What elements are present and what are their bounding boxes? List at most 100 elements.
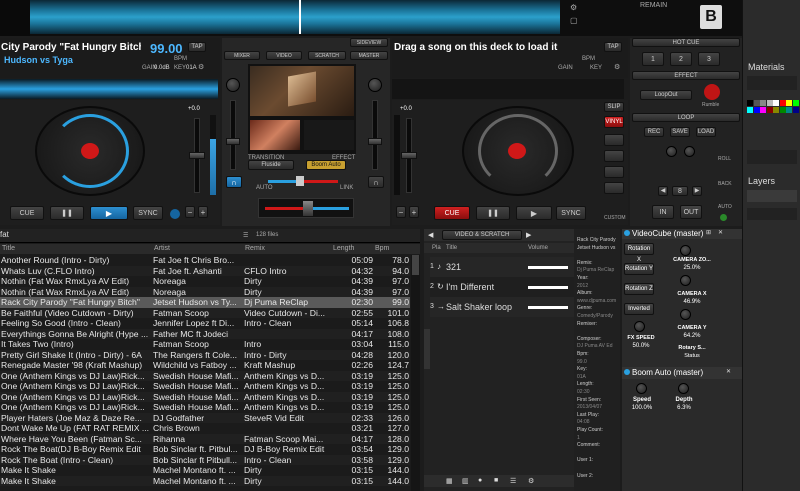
mixer-left-gain-knob[interactable]: [226, 78, 242, 94]
tab-master[interactable]: MASTER: [350, 51, 388, 60]
waveform-display[interactable]: [30, 0, 560, 34]
videocube-active-icon[interactable]: [624, 230, 630, 236]
color-swatch[interactable]: [766, 100, 773, 106]
color-swatch[interactable]: [779, 107, 786, 113]
record-icon[interactable]: ●: [478, 477, 482, 484]
table-row[interactable]: Dont Wake Me Up (FAT RAT REMIX ... Chris …: [0, 423, 410, 434]
boom-speed-knob[interactable]: [636, 383, 648, 395]
loop-knob-1[interactable]: [666, 146, 678, 158]
color-swatch[interactable]: [760, 107, 766, 113]
videocube-link-icon[interactable]: ⊞: [706, 229, 711, 236]
hot-cue-3[interactable]: 3: [698, 52, 720, 66]
loop-half-icon[interactable]: ◀: [658, 186, 668, 196]
table-row[interactable]: Where Have You Been (Fatman Sc... Rihanna…: [0, 433, 410, 444]
color-swatch[interactable]: [766, 107, 773, 113]
left-gear-icon[interactable]: ⚙: [198, 63, 204, 71]
left-sync-button[interactable]: SYNC: [133, 206, 163, 220]
gear-icon[interactable]: ⚙: [570, 3, 582, 13]
deck-letter-badge[interactable]: B: [700, 5, 722, 29]
right-gear-icon[interactable]: ⚙: [614, 63, 620, 71]
sample-1-volume[interactable]: [528, 266, 568, 269]
tab-scratch[interactable]: SCRATCH: [308, 51, 346, 60]
crossfader-handle[interactable]: [303, 201, 313, 216]
tab-mixer[interactable]: MIXER: [224, 51, 260, 60]
camera-x-knob[interactable]: [680, 275, 692, 287]
table-row[interactable]: Nothin (Fat Wax RmxLya AV Edit) Noreaga Di…: [0, 276, 410, 287]
tab-video[interactable]: VIDEO: [266, 51, 302, 60]
left-play-button[interactable]: ▶: [90, 206, 128, 220]
right-volume-handle[interactable]: [368, 138, 382, 145]
table-row[interactable]: Renegade Master '98 (Kraft Mashup) Wildch…: [0, 360, 410, 371]
table-row[interactable]: It Takes Two (Intro) Fatman Scoop Intro 03:…: [0, 339, 410, 350]
search-input[interactable]: fat: [0, 230, 9, 239]
table-row[interactable]: Rock The Boat(DJ B-Boy Remix Edit Bob Sin…: [0, 444, 410, 455]
stop-icon[interactable]: ■: [494, 477, 498, 484]
auto-loop-led[interactable]: [720, 214, 727, 221]
color-swatch[interactable]: [786, 107, 792, 113]
table-row[interactable]: One (Anthem Kings vs DJ Law)Rick... Swedi…: [0, 370, 410, 381]
table-row[interactable]: Pretty Girl Shake It (Intro - Dirty) - 6…: [0, 349, 410, 360]
hot-cue-header[interactable]: HOT CUE: [632, 38, 740, 47]
table-row[interactable]: Nothin (Fat Wax RmxLya AV Edit) Noreaga Di…: [0, 286, 410, 297]
sampler-next-icon[interactable]: ▶: [526, 231, 531, 239]
list-icon[interactable]: ☰: [243, 232, 248, 239]
col-artist[interactable]: Artist: [154, 245, 170, 252]
hot-cue-2[interactable]: 2: [670, 52, 692, 66]
effect-slot-select[interactable]: LoopOut: [640, 90, 692, 100]
loop-in-button[interactable]: IN: [652, 205, 674, 219]
sample-3-volume[interactable]: [528, 306, 568, 309]
color-swatch[interactable]: [753, 107, 760, 113]
deck-option-4[interactable]: [604, 182, 624, 194]
deck-option-2[interactable]: [604, 150, 624, 162]
loop-header[interactable]: LOOP: [632, 113, 740, 122]
sample-row-1[interactable]: 1 ♪ 321: [430, 257, 574, 277]
left-keylock-icon[interactable]: [170, 209, 180, 219]
table-row[interactable]: One (Anthem Kings vs DJ Law)Rick... Swedi…: [0, 391, 410, 402]
boom-active-icon[interactable]: [624, 369, 630, 375]
sample-2-volume[interactable]: [528, 286, 568, 289]
loop-save-button[interactable]: SAVE: [670, 127, 690, 137]
crossfader[interactable]: [258, 198, 354, 218]
left-volume-fader[interactable]: [230, 100, 236, 170]
table-row[interactable]: One (Anthem Kings vs DJ Law)Rick... Swedi…: [0, 381, 410, 392]
videocube-close-icon[interactable]: ✕: [718, 229, 723, 236]
col-length[interactable]: Length: [333, 245, 354, 252]
color-swatch[interactable]: [779, 100, 786, 106]
right-pitch-handle[interactable]: [401, 152, 417, 159]
table-row[interactable]: Rock The Boat (Intro - Clean) Bob Sinclar…: [0, 454, 410, 465]
left-volume-handle[interactable]: [226, 138, 240, 145]
table-row[interactable]: Whats Luv (C.FLO Intro) Fat Joe ft. Ashan…: [0, 265, 410, 276]
left-deck-waveform[interactable]: [0, 79, 218, 99]
table-row[interactable]: Make It Shake Machel Montano ft. ... Dirty…: [0, 465, 410, 476]
mixer-right-gain-knob[interactable]: [368, 78, 384, 94]
hot-cue-1[interactable]: 1: [642, 52, 664, 66]
deck-option-3[interactable]: [604, 166, 624, 178]
effect-activate-knob[interactable]: [704, 84, 720, 100]
fx-speed-knob[interactable]: [634, 321, 646, 333]
table-row[interactable]: Be Faithful (Video Cutdown - Dirty) Fatma…: [0, 307, 410, 318]
color-swatch[interactable]: [792, 107, 799, 113]
left-jog-wheel[interactable]: [35, 106, 145, 196]
color-swatch[interactable]: [792, 100, 799, 106]
left-pitch-plus-icon[interactable]: +: [198, 206, 208, 218]
sampler-prev-icon[interactable]: ◀: [428, 231, 433, 239]
color-swatch[interactable]: [773, 107, 779, 113]
right-cue-button[interactable]: CUE: [434, 206, 470, 220]
inverted-button[interactable]: Inverted: [624, 303, 654, 315]
left-tap-button[interactable]: TAP: [188, 42, 206, 52]
loop-rec-button[interactable]: REC: [644, 127, 664, 137]
settings-icon[interactable]: ⚙: [528, 477, 534, 485]
rotation-z-button[interactable]: Rotation Z: [624, 283, 654, 295]
columns-icon[interactable]: ▥: [462, 477, 469, 485]
color-swatch[interactable]: [747, 107, 753, 113]
boom-depth-knob[interactable]: [678, 383, 690, 395]
right-jog-wheel[interactable]: [462, 106, 574, 196]
window-icon[interactable]: ▢: [570, 16, 582, 26]
slip-button[interactable]: SLIP: [604, 102, 624, 112]
left-pitch-handle[interactable]: [189, 152, 205, 159]
right-headphone-icon[interactable]: ∩: [368, 176, 384, 188]
left-headphone-icon[interactable]: ∩: [226, 176, 242, 188]
color-swatch[interactable]: [747, 100, 753, 106]
vinyl-button[interactable]: VINYL: [604, 116, 624, 128]
list-view-icon[interactable]: ☰: [510, 477, 516, 485]
